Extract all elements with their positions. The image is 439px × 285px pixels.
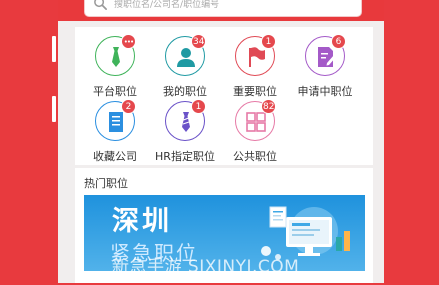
- platform-jobs-label: 平台职位: [93, 85, 137, 98]
- search-icon: [94, 0, 107, 10]
- applying-jobs-label: 申请中职位: [297, 85, 353, 98]
- grid-item-important-jobs[interactable]: 1 重要职位: [219, 34, 289, 98]
- side-button-upper: [52, 36, 56, 62]
- banner-pagination[interactable]: [208, 266, 255, 285]
- my-jobs-label: 我的职位: [163, 85, 207, 98]
- hr-assigned-jobs-badge: 1: [191, 99, 206, 114]
- hot-jobs-title: 热门职位: [84, 177, 128, 190]
- tie-icon: [112, 47, 120, 67]
- person-icon: [177, 48, 195, 67]
- building-icon: [109, 112, 123, 132]
- applying-jobs-badge: 6: [331, 34, 346, 49]
- pagination-dot[interactable]: [234, 275, 241, 281]
- favorite-companies-badge: 2: [121, 99, 136, 114]
- hr-assigned-jobs-label: HR指定职位: [155, 150, 215, 163]
- phone-screen: 搜职位名/公司名/职位编号 ••• 平台职位 34 我的职位 1 重要职位 6 …: [58, 0, 384, 283]
- category-grid: ••• 平台职位 34 我的职位 1 重要职位 6 申请中职位 2 收藏公司 1…: [75, 27, 373, 165]
- platform-jobs-badge: •••: [121, 34, 136, 49]
- favorite-companies-label: 收藏公司: [93, 150, 137, 163]
- search-placeholder: 搜职位名/公司名/职位编号: [114, 0, 220, 10]
- grid-item-platform-jobs[interactable]: ••• 平台职位: [79, 34, 149, 98]
- flag-icon: [249, 47, 265, 67]
- pagination-dot-active[interactable]: [208, 275, 214, 281]
- important-jobs-badge: 1: [261, 34, 276, 49]
- public-jobs-badge: 82: [261, 99, 277, 114]
- grid-item-my-jobs[interactable]: 34 我的职位: [149, 34, 219, 98]
- my-jobs-badge: 34: [191, 34, 207, 49]
- side-button-lower: [52, 96, 56, 122]
- grid-item-applying-jobs[interactable]: 6 申请中职位: [289, 34, 359, 98]
- banner-main-text: 深圳: [112, 206, 172, 237]
- pagination-dot[interactable]: [221, 275, 228, 281]
- grid-icon: [246, 112, 266, 132]
- public-jobs-label: 公共职位: [233, 150, 277, 163]
- tie-icon: [182, 112, 190, 132]
- watermark-text: 新急手游 SJXINYI.COM: [112, 257, 300, 277]
- search-input[interactable]: 搜职位名/公司名/职位编号: [84, 0, 362, 17]
- grid-item-public-jobs[interactable]: 82 公共职位: [219, 99, 289, 163]
- document-edit-icon: [318, 47, 336, 67]
- important-jobs-label: 重要职位: [233, 85, 277, 98]
- grid-item-favorite-companies[interactable]: 2 收藏公司: [79, 99, 149, 163]
- grid-item-hr-assigned-jobs[interactable]: 1 HR指定职位: [149, 99, 219, 163]
- pagination-dot[interactable]: [247, 275, 254, 281]
